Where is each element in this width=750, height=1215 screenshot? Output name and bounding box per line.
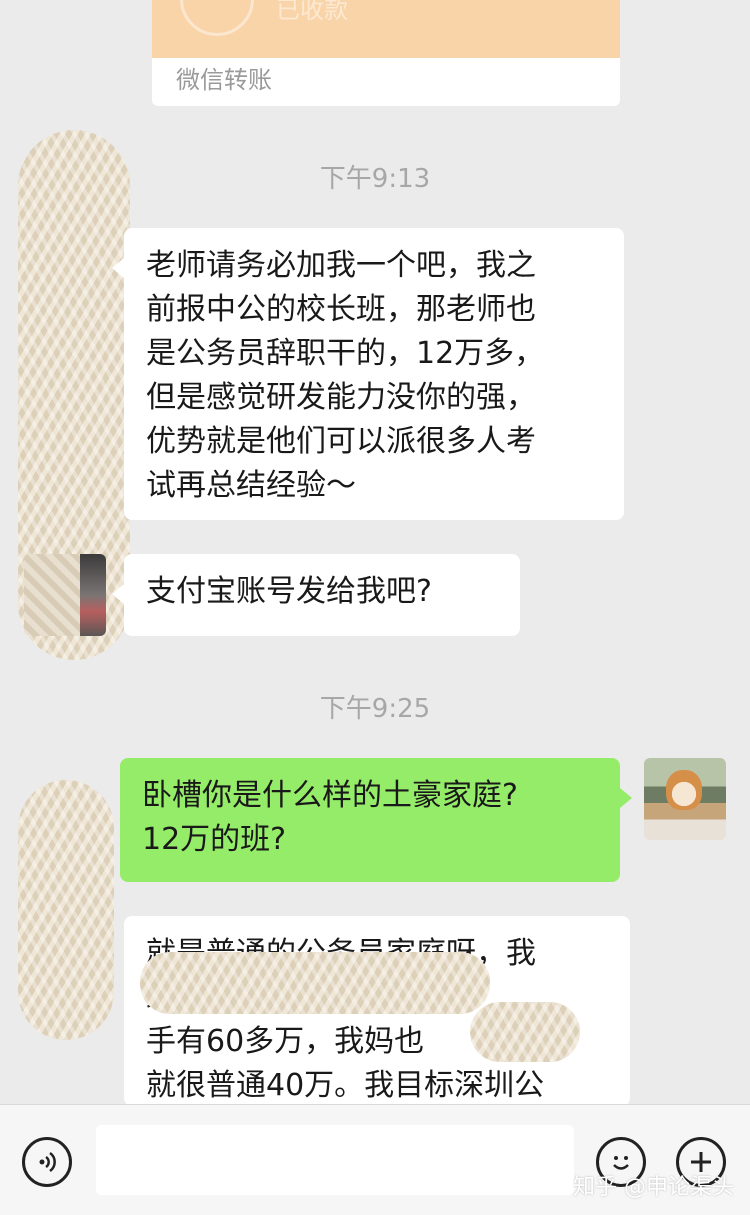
zhihu-watermark: 知乎 @申论渠头 <box>573 1175 734 1200</box>
transfer-label: 微信转账 <box>176 66 272 94</box>
contact-avatar[interactable] <box>24 554 106 636</box>
timestamp: 下午9:13 <box>319 164 431 194</box>
transfer-header: 已收款 <box>152 0 620 58</box>
message-text: 卧槽你是什么样的土豪家庭? 12万的班? <box>142 778 518 857</box>
voice-icon[interactable] <box>22 1137 72 1187</box>
censor-mosaic-text <box>470 1002 580 1062</box>
self-avatar[interactable] <box>644 758 726 840</box>
wechat-transfer-card[interactable]: 已收款 微信转账 <box>152 0 620 106</box>
message-bubble-incoming[interactable]: 老师请务必加我一个吧，我之 前报中公的校长班，那老师也 是公务员辞职干的，12万… <box>112 228 624 520</box>
censor-mosaic-text <box>140 952 490 1014</box>
message-bubble-incoming[interactable]: 支付宝账号发给我吧? <box>112 554 520 636</box>
timestamp: 下午9:25 <box>319 694 431 724</box>
transfer-check-icon <box>180 0 254 36</box>
message-text: 支付宝账号发给我吧? <box>146 574 432 609</box>
message-text: 老师请务必加我一个吧，我之 前报中公的校长班，那老师也 是公务员辞职干的，12万… <box>146 248 545 503</box>
message-input[interactable] <box>96 1125 574 1195</box>
message-bubble-outgoing[interactable]: 卧槽你是什么样的土豪家庭? 12万的班? <box>120 758 632 882</box>
censor-mosaic-left-2 <box>18 780 114 1040</box>
dog-avatar-icon <box>666 770 702 810</box>
chat-input-bar: 知乎 @申论渠头 <box>0 1104 750 1215</box>
transfer-status: 已收款 <box>276 0 348 24</box>
